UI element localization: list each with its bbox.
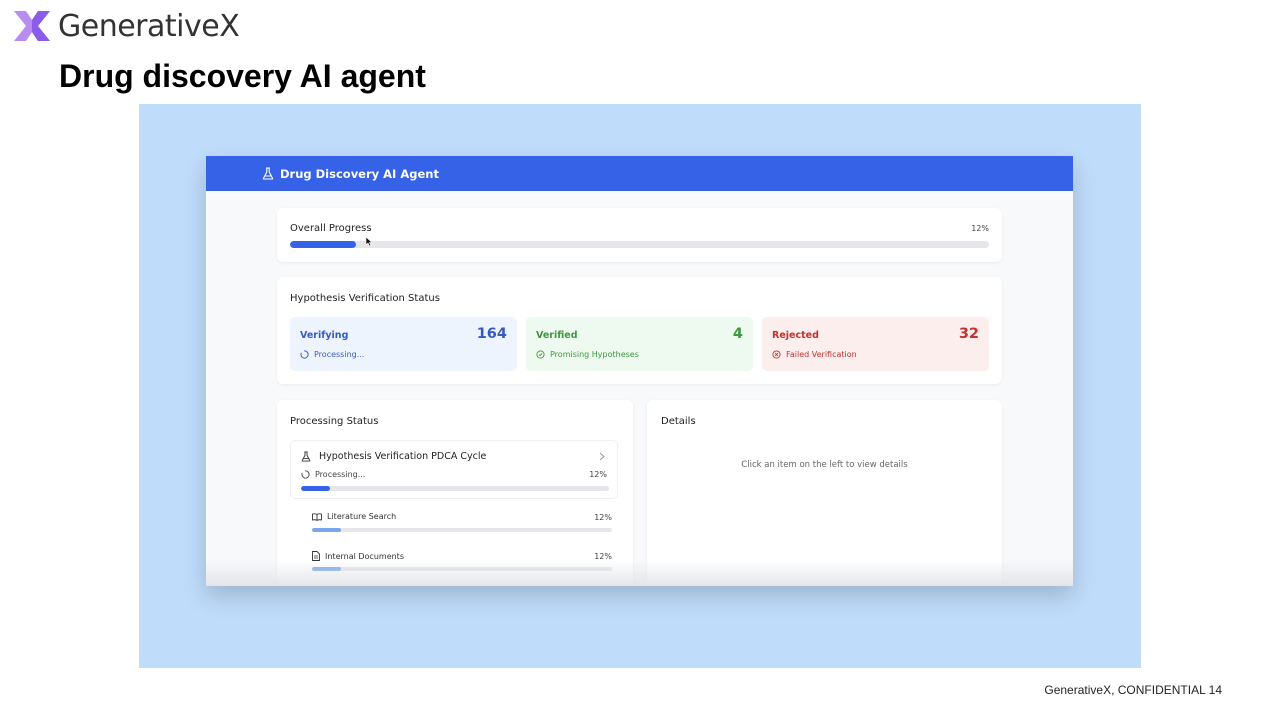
sub-item-percent: 12% (594, 513, 612, 522)
pdca-cycle-percent: 12% (589, 470, 607, 479)
stat-verified-sub: Promising Hypotheses (550, 350, 639, 359)
stat-rejected-sub: Failed Verification (786, 350, 857, 359)
slide-title: Drug discovery AI agent (59, 58, 426, 94)
stat-rejected[interactable]: Rejected 32 Failed Verification (762, 317, 989, 371)
overall-progress-bar (290, 241, 989, 248)
stat-rejected-label: Rejected (772, 330, 819, 341)
pdca-cycle-status: Processing... (315, 470, 366, 479)
sub-item-progress-bar (312, 528, 612, 532)
app-header: Drug Discovery AI Agent (206, 156, 1073, 191)
stat-verified-count: 4 (732, 326, 743, 342)
sub-item-progress-fill (312, 528, 341, 532)
sub-item-literature-search[interactable]: Literature Search 12% (312, 512, 612, 542)
slide-footer: GenerativeX, CONFIDENTIAL 14 (1044, 683, 1222, 697)
document-icon (312, 551, 320, 561)
overall-progress-label: Overall Progress (290, 223, 372, 234)
mouse-cursor-icon (365, 236, 373, 247)
details-hint: Click an item on the left to view detail… (741, 460, 908, 470)
chevron-right-icon[interactable] (599, 452, 605, 461)
sub-item-internal-documents[interactable]: Internal Documents 12% (312, 551, 612, 581)
stat-verifying-label: Verifying (300, 330, 349, 341)
brand-name: GenerativeX (58, 8, 240, 44)
check-circle-icon (536, 350, 545, 359)
app-title: Drug Discovery AI Agent (280, 166, 439, 181)
book-icon (312, 512, 322, 521)
sub-item-progress-fill (312, 567, 341, 571)
generativex-logo-icon (14, 11, 50, 41)
app-window: Drug Discovery AI Agent Overall Progress… (206, 156, 1073, 586)
screenshot-frame: Drug Discovery AI Agent Overall Progress… (139, 104, 1141, 668)
details-title: Details (661, 416, 696, 427)
spinner-icon (301, 470, 310, 479)
x-circle-icon (772, 350, 781, 359)
sub-item-label: Internal Documents (325, 551, 404, 561)
stat-verified[interactable]: Verified 4 Promising Hypotheses (526, 317, 753, 371)
stat-verifying[interactable]: Verifying 164 Processing... (290, 317, 517, 371)
overall-progress-card: Overall Progress 12% (277, 208, 1002, 262)
flask-icon (262, 167, 274, 180)
overall-progress-fill (290, 241, 357, 248)
processing-status-card: Processing Status Hypothesis Verificatio… (277, 400, 633, 586)
details-card: Details Click an item on the left to vie… (647, 400, 1002, 586)
pdca-cycle-progress-bar (301, 486, 609, 491)
sub-item-label: Literature Search (327, 512, 397, 521)
hypothesis-status-card: Hypothesis Verification Status Verifying… (277, 277, 1002, 384)
overall-progress-percent: 12% (971, 224, 989, 233)
stat-verifying-count: 164 (476, 326, 507, 342)
spinner-icon (300, 350, 309, 359)
hypothesis-status-title: Hypothesis Verification Status (290, 293, 440, 304)
flask-icon (301, 451, 311, 462)
stat-rejected-count: 32 (958, 326, 979, 342)
stat-verifying-sub: Processing... (314, 350, 365, 359)
sub-item-percent: 12% (594, 552, 612, 561)
sub-item-progress-bar (312, 567, 612, 571)
pdca-cycle-item[interactable]: Hypothesis Verification PDCA Cycle Proce… (290, 440, 618, 499)
brand-logo: GenerativeX (12, 6, 240, 46)
pdca-cycle-progress-fill (301, 486, 331, 491)
stat-verified-label: Verified (536, 330, 578, 341)
processing-status-title: Processing Status (290, 416, 379, 427)
pdca-cycle-label: Hypothesis Verification PDCA Cycle (319, 451, 487, 462)
